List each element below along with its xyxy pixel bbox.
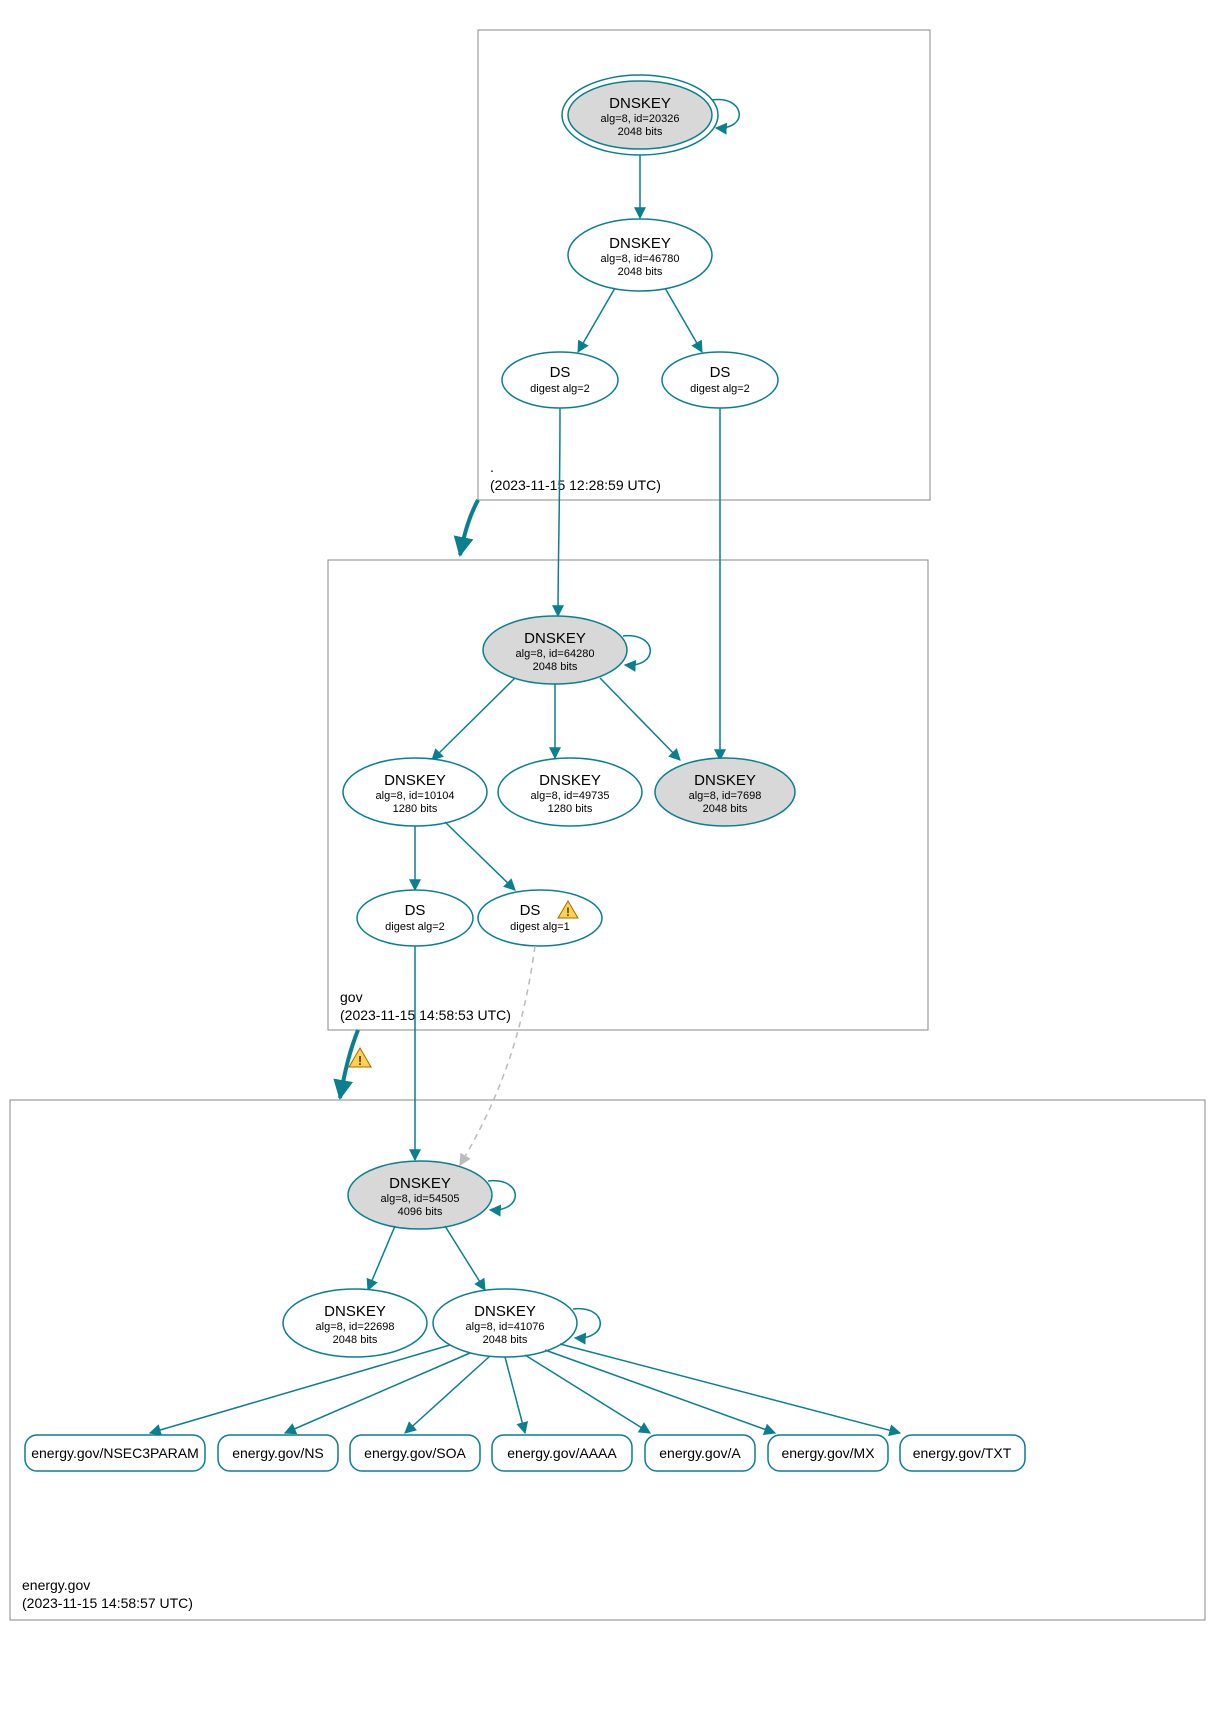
svg-text:alg=8, id=49735: alg=8, id=49735 [531, 790, 610, 802]
svg-text:DNSKEY: DNSKEY [524, 630, 586, 647]
node-gov-ds1: DS digest alg=2 [357, 890, 473, 946]
svg-text:DNSKEY: DNSKEY [474, 1303, 536, 1320]
svg-text:DNSKEY: DNSKEY [539, 772, 601, 789]
zone-name-root: . [490, 459, 494, 475]
svg-text:digest alg=2: digest alg=2 [690, 383, 750, 395]
svg-text:DS: DS [550, 364, 571, 381]
zone-name-energy: energy.gov [22, 1577, 90, 1593]
svg-text:!: ! [566, 905, 570, 919]
edge-to-txt [560, 1344, 900, 1433]
svg-text:2048 bits: 2048 bits [618, 126, 663, 138]
edge-gov-ds2-to-en-ksk [460, 946, 535, 1165]
svg-text:alg=8, id=10104: alg=8, id=10104 [376, 790, 455, 802]
svg-text:DNSKEY: DNSKEY [609, 95, 671, 112]
svg-text:2048 bits: 2048 bits [618, 266, 663, 278]
edge-root-zsk-to-ds1 [578, 288, 615, 352]
rrset-aaaa: energy.gov/AAAA [492, 1435, 632, 1471]
zone-name-gov: gov [340, 989, 363, 1005]
edge-en-ksk-to-zsk1 [368, 1226, 395, 1290]
svg-text:DS: DS [520, 902, 541, 919]
svg-text:digest alg=1: digest alg=1 [510, 921, 570, 933]
edge-en-ksk-to-zsk2 [445, 1226, 485, 1290]
edge-to-soa [405, 1356, 490, 1433]
node-root-ds2: DS digest alg=2 [662, 352, 778, 408]
svg-text:energy.gov/NS: energy.gov/NS [232, 1445, 324, 1461]
svg-text:alg=8, id=41076: alg=8, id=41076 [466, 1321, 545, 1333]
node-gov-ds2: DS digest alg=1 ! [478, 890, 602, 946]
svg-text:!: ! [358, 1053, 362, 1068]
svg-text:digest alg=2: digest alg=2 [530, 383, 590, 395]
edge-to-ns [285, 1353, 470, 1433]
svg-text:2048 bits: 2048 bits [483, 1334, 528, 1346]
rrset-nsec3: energy.gov/NSEC3PARAM [25, 1435, 205, 1471]
svg-text:energy.gov/A: energy.gov/A [659, 1445, 741, 1461]
svg-text:alg=8, id=22698: alg=8, id=22698 [316, 1321, 395, 1333]
svg-text:digest alg=2: digest alg=2 [385, 921, 445, 933]
edge-gov-zsk1-to-ds2 [445, 822, 515, 890]
dnssec-diagram: . (2023-11-15 12:28:59 UTC) gov (2023-11… [0, 0, 1215, 1711]
node-gov-zsk1: DNSKEY alg=8, id=10104 1280 bits [343, 758, 487, 826]
rrset-soa: energy.gov/SOA [350, 1435, 480, 1471]
svg-text:DNSKEY: DNSKEY [694, 772, 756, 789]
node-en-zsk2: DNSKEY alg=8, id=41076 2048 bits [433, 1289, 577, 1357]
svg-text:energy.gov/MX: energy.gov/MX [781, 1445, 875, 1461]
svg-text:alg=8, id=20326: alg=8, id=20326 [601, 113, 680, 125]
svg-text:alg=8, id=54505: alg=8, id=54505 [381, 1193, 460, 1205]
node-root-ds1: DS digest alg=2 [502, 352, 618, 408]
zone-ts-energy: (2023-11-15 14:58:57 UTC) [22, 1595, 193, 1611]
node-root-zsk: DNSKEY alg=8, id=46780 2048 bits [568, 219, 712, 291]
rrset-a: energy.gov/A [645, 1435, 755, 1471]
svg-text:energy.gov/SOA: energy.gov/SOA [364, 1445, 466, 1461]
rrset-txt: energy.gov/TXT [900, 1435, 1025, 1471]
rrset-mx: energy.gov/MX [768, 1435, 888, 1471]
node-en-ksk: DNSKEY alg=8, id=54505 4096 bits [348, 1161, 492, 1229]
zone-ts-gov: (2023-11-15 14:58:53 UTC) [340, 1007, 511, 1023]
node-gov-key3: DNSKEY alg=8, id=7698 2048 bits [655, 758, 795, 826]
zone-box-energy [10, 1100, 1205, 1620]
svg-text:alg=8, id=7698: alg=8, id=7698 [689, 790, 762, 802]
edge-to-a [525, 1355, 650, 1433]
svg-text:DNSKEY: DNSKEY [609, 235, 671, 252]
edge-root-zsk-to-ds2 [665, 288, 702, 352]
svg-text:DS: DS [405, 902, 426, 919]
svg-text:1280 bits: 1280 bits [393, 803, 438, 815]
svg-text:2048 bits: 2048 bits [703, 803, 748, 815]
svg-text:energy.gov/TXT: energy.gov/TXT [913, 1445, 1012, 1461]
rrset-ns: energy.gov/NS [218, 1435, 338, 1471]
svg-text:4096 bits: 4096 bits [398, 1206, 443, 1218]
svg-text:1280 bits: 1280 bits [548, 803, 593, 815]
edge-zone-root-to-gov [460, 500, 478, 555]
svg-text:energy.gov/NSEC3PARAM: energy.gov/NSEC3PARAM [31, 1445, 199, 1461]
node-gov-zsk2: DNSKEY alg=8, id=49735 1280 bits [498, 758, 642, 826]
svg-text:alg=8, id=64280: alg=8, id=64280 [516, 648, 595, 660]
zone-ts-root: (2023-11-15 12:28:59 UTC) [490, 477, 661, 493]
node-gov-ksk: DNSKEY alg=8, id=64280 2048 bits [483, 616, 627, 684]
svg-text:DNSKEY: DNSKEY [384, 772, 446, 789]
svg-text:energy.gov/AAAA: energy.gov/AAAA [507, 1445, 617, 1461]
node-en-zsk1: DNSKEY alg=8, id=22698 2048 bits [283, 1289, 427, 1357]
edge-root-ds1-to-gov-ksk [558, 408, 560, 616]
svg-text:DNSKEY: DNSKEY [389, 1175, 451, 1192]
svg-text:DS: DS [710, 364, 731, 381]
svg-text:2048 bits: 2048 bits [533, 661, 578, 673]
edge-gov-ksk-to-key3 [600, 678, 680, 760]
node-root-ksk: DNSKEY alg=8, id=20326 2048 bits [562, 75, 718, 155]
svg-text:alg=8, id=46780: alg=8, id=46780 [601, 253, 680, 265]
edge-to-aaaa [505, 1357, 525, 1433]
edge-to-nsec3 [150, 1345, 450, 1433]
svg-text:DNSKEY: DNSKEY [324, 1303, 386, 1320]
edge-gov-ksk-to-zsk1 [432, 678, 515, 760]
svg-text:2048 bits: 2048 bits [333, 1334, 378, 1346]
